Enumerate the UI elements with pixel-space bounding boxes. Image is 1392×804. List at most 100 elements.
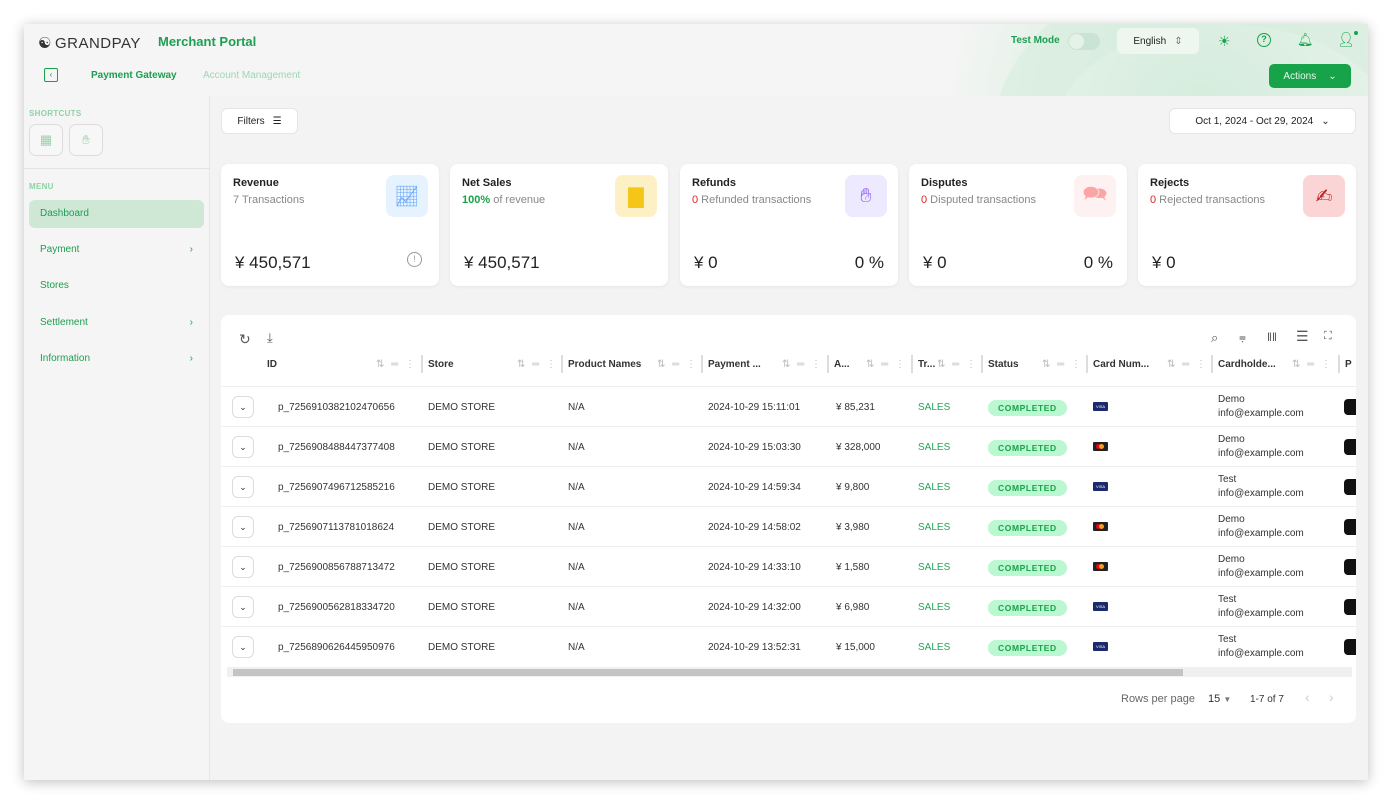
column-resize-handle[interactable]	[911, 355, 913, 373]
sidebar-item-settlement[interactable]: Settlement ›	[29, 309, 204, 337]
user-icon[interactable]: 👤︎	[1337, 31, 1358, 48]
table-row[interactable]: ⌄ p_7256907496712585216 DEMO STORE N/A 2…	[221, 466, 1356, 506]
rows-per-page-select[interactable]: 15 ▼	[1208, 693, 1231, 705]
column-resize-handle[interactable]	[827, 355, 829, 373]
column-resize-handle[interactable]	[1086, 355, 1088, 373]
expand-row-button[interactable]: ⌄	[232, 516, 254, 538]
column-menu-icon[interactable]: ⇅ ═ ⋮	[1167, 359, 1208, 370]
expand-row-button[interactable]: ⌄	[232, 396, 254, 418]
column-header[interactable]: P	[1345, 357, 1356, 371]
table-row[interactable]: ⌄ p_7256890626445950976 DEMO STORE N/A 2…	[221, 626, 1356, 666]
next-page-button[interactable]: ›	[1329, 689, 1334, 705]
bell-icon[interactable]: 🔔︎	[1297, 32, 1314, 48]
sidebar-item-stores[interactable]: Stores	[29, 272, 204, 300]
tab-account-management[interactable]: Account Management	[203, 70, 300, 81]
cell-product: N/A	[568, 482, 585, 493]
cell-store: DEMO STORE	[428, 562, 496, 573]
column-menu-icon[interactable]: ⇅ ═ ⋮	[1292, 359, 1333, 370]
info-icon[interactable]: !	[407, 252, 422, 267]
column-resize-handle[interactable]	[421, 355, 423, 373]
column-menu-icon[interactable]: ⇅ ═ ⋮	[866, 359, 907, 370]
test-mode-toggle[interactable]	[1068, 33, 1100, 50]
column-header[interactable]: Store ⇅ ═ ⋮	[428, 357, 558, 371]
payment-method-icon	[1344, 559, 1356, 575]
columns-icon[interactable]: ‖‖	[1267, 330, 1277, 344]
cell-date: 2024-10-29 15:03:30	[708, 442, 801, 453]
expand-row-button[interactable]: ⌄	[232, 476, 254, 498]
card-subtitle: 7 Transactions	[233, 194, 305, 206]
expand-row-button[interactable]: ⌄	[232, 596, 254, 618]
sidebar-item-information[interactable]: Information ›	[29, 345, 204, 373]
sidebar-item-dashboard[interactable]: Dashboard	[29, 200, 204, 228]
date-range-picker[interactable]: Oct 1, 2024 - Oct 29, 2024 ⌄	[1169, 108, 1356, 134]
dashboard-shortcut-icon[interactable]: ▦	[29, 124, 63, 156]
search-icon[interactable]: ⌕	[1211, 330, 1218, 346]
column-header-label: A...	[834, 358, 850, 370]
brand-name: GRANDPAY	[54, 34, 141, 52]
stat-card-revenue[interactable]: Revenue 7 Transactions 📈︎ ¥ 450,571 !	[221, 164, 439, 286]
prev-page-button[interactable]: ‹	[1305, 689, 1310, 705]
column-header[interactable]: Product Names ⇅ ═ ⋮	[568, 357, 698, 371]
density-icon[interactable]: ☰	[1296, 328, 1309, 345]
column-menu-icon[interactable]: ⇅ ═ ⋮	[517, 359, 558, 370]
column-menu-icon[interactable]: ⇅ ═ ⋮	[937, 359, 978, 370]
expand-row-button[interactable]: ⌄	[232, 436, 254, 458]
cell-cardholder-email: info@example.com	[1218, 568, 1304, 579]
refresh-icon[interactable]: ↻	[239, 331, 251, 348]
scrollbar-thumb[interactable]	[233, 669, 1183, 676]
expand-row-button[interactable]: ⌄	[232, 556, 254, 578]
column-header[interactable]: Cardholde... ⇅ ═ ⋮	[1218, 357, 1333, 371]
sidebar-collapse-icon[interactable]: ‹	[44, 68, 58, 82]
language-select[interactable]: English ⇕	[1117, 28, 1199, 54]
cell-cardholder-email: info@example.com	[1218, 648, 1304, 659]
stat-card-net-sales[interactable]: Net Sales 100% of revenue ▇ ¥ 450,571	[450, 164, 668, 286]
table-row[interactable]: ⌄ p_7256900562818334720 DEMO STORE N/A 2…	[221, 586, 1356, 626]
column-header[interactable]: A... ⇅ ═ ⋮	[834, 357, 907, 371]
table-row[interactable]: ⌄ p_7256907113781018624 DEMO STORE N/A 2…	[221, 506, 1356, 546]
visa-card-icon: VISA	[1093, 642, 1108, 651]
actions-button[interactable]: Actions ⌄	[1269, 64, 1351, 88]
column-resize-handle[interactable]	[1211, 355, 1213, 373]
column-resize-handle[interactable]	[701, 355, 703, 373]
status-badge: COMPLETED	[988, 600, 1067, 616]
card-sub-text: of revenue	[490, 194, 546, 206]
expand-row-button[interactable]: ⌄	[232, 636, 254, 658]
column-resize-handle[interactable]	[561, 355, 563, 373]
stat-card-rejects[interactable]: Rejects 0 Rejected transactions ✍︎ ¥ 0	[1138, 164, 1356, 286]
download-icon[interactable]: ⤓	[267, 330, 273, 346]
stat-card-disputes[interactable]: Disputes 0 Disputed transactions 🗪︎ ¥ 0 …	[909, 164, 1127, 286]
filters-button[interactable]: Filters ☰	[221, 108, 298, 134]
cell-store: DEMO STORE	[428, 402, 496, 413]
cell-id: p_7256900562818334720	[278, 602, 395, 613]
visa-card-icon: VISA	[1093, 482, 1108, 491]
payment-shortcut-icon[interactable]: ✋︎	[69, 124, 103, 156]
cell-store: DEMO STORE	[428, 602, 496, 613]
revenue-chart-icon: 📈︎	[386, 175, 428, 217]
sidebar-item-payment[interactable]: Payment ›	[29, 236, 204, 264]
sidebar-item-label: Information	[40, 353, 91, 364]
table-row[interactable]: ⌄ p_7256910382102470656 DEMO STORE N/A 2…	[221, 386, 1356, 426]
table-row[interactable]: ⌄ p_7256908488447377408 DEMO STORE N/A 2…	[221, 426, 1356, 466]
fullscreen-icon[interactable]: ⛶	[1324, 330, 1332, 343]
stat-card-refunds[interactable]: Refunds 0 Refunded transactions ✋︎ ¥ 0 0…	[680, 164, 898, 286]
column-menu-icon[interactable]: ⇅ ═ ⋮	[376, 359, 417, 370]
card-title: Refunds	[692, 177, 736, 189]
column-resize-handle[interactable]	[1338, 355, 1340, 373]
column-header[interactable]: Status ⇅ ═ ⋮	[988, 357, 1083, 371]
column-menu-icon[interactable]: ⇅ ═ ⋮	[657, 359, 698, 370]
column-header[interactable]: Tr... ⇅ ═ ⋮	[918, 357, 978, 371]
filter-icon[interactable]: ⩦	[1239, 330, 1246, 345]
column-resize-handle[interactable]	[981, 355, 983, 373]
column-header[interactable]: Card Num... ⇅ ═ ⋮	[1093, 357, 1208, 371]
cell-store: DEMO STORE	[428, 482, 496, 493]
column-header[interactable]: Payment ... ⇅ ═ ⋮	[708, 357, 823, 371]
column-menu-icon[interactable]: ⇅ ═ ⋮	[782, 359, 823, 370]
mastercard-icon	[1093, 562, 1108, 571]
theme-sun-icon[interactable]: ☀	[1218, 33, 1231, 50]
column-menu-icon[interactable]: ⇅ ═ ⋮	[1042, 359, 1083, 370]
tab-payment-gateway[interactable]: Payment Gateway	[91, 70, 177, 81]
help-icon[interactable]: ?	[1257, 33, 1271, 47]
table-row[interactable]: ⌄ p_7256900856788713472 DEMO STORE N/A 2…	[221, 546, 1356, 586]
brand-logo[interactable]: ☯ GRANDPAY	[38, 34, 141, 53]
column-header[interactable]: ID ⇅ ═ ⋮	[267, 357, 417, 371]
